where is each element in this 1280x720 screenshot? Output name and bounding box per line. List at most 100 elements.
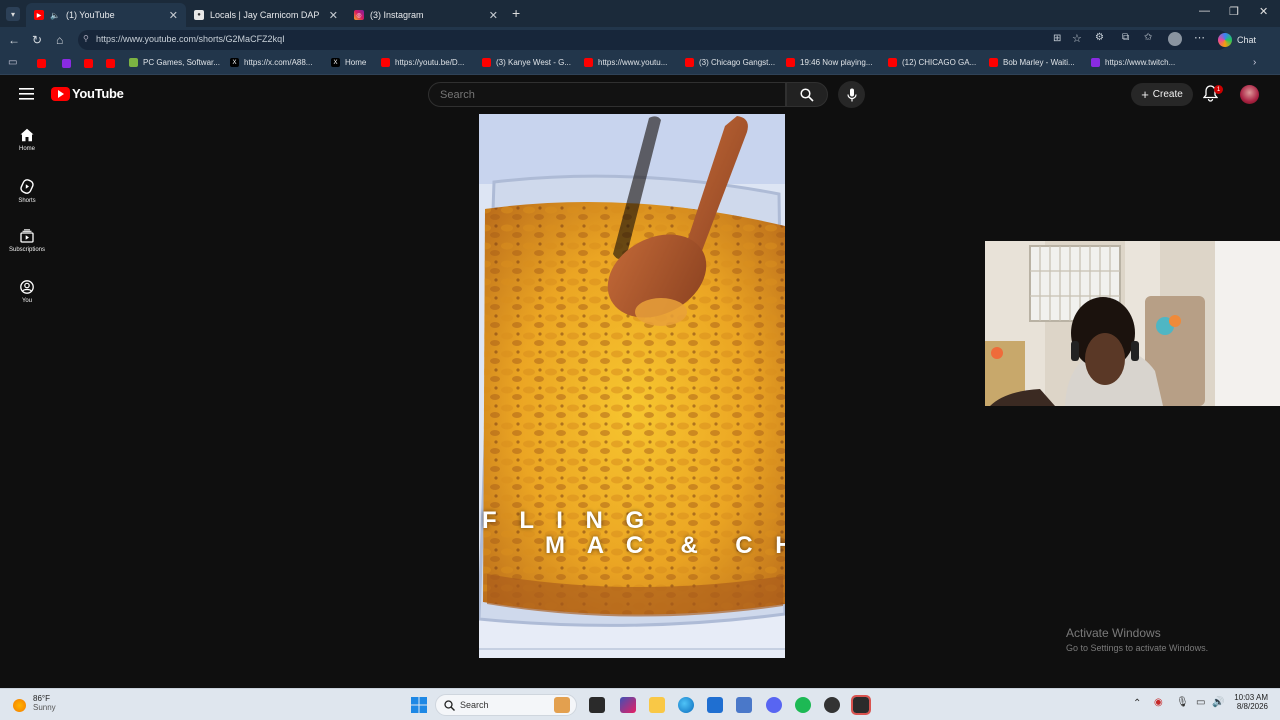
create-button[interactable]: + Create bbox=[1131, 83, 1193, 106]
audio-playing-icon[interactable]: 🔈 bbox=[50, 11, 60, 20]
reading-list-icon[interactable]: ▭ bbox=[8, 57, 17, 68]
favorite-youtube-icon[interactable] bbox=[37, 59, 46, 68]
create-label: Create bbox=[1152, 89, 1183, 100]
epic-games-icon[interactable] bbox=[851, 695, 871, 715]
favorite-link[interactable]: Bob Marley - Waiti... bbox=[989, 58, 1075, 67]
youtube-icon bbox=[685, 58, 694, 67]
spotify-icon[interactable] bbox=[795, 697, 811, 713]
more-menu-icon[interactable]: ⋯ bbox=[1194, 31, 1205, 44]
site-info-icon[interactable]: ⚲ bbox=[83, 34, 89, 43]
youtube-logo-text: YouTube bbox=[72, 86, 124, 101]
search-input[interactable] bbox=[429, 83, 769, 106]
home-icon[interactable]: ⌂ bbox=[56, 33, 63, 47]
file-explorer-icon[interactable] bbox=[649, 697, 665, 713]
sidebar-item-shorts[interactable]: Shorts bbox=[0, 179, 54, 204]
url-field[interactable]: ⚲ https://www.youtube.com/shorts/G2MaCFZ… bbox=[78, 30, 1228, 50]
favorite-label: https://x.com/A88... bbox=[244, 58, 313, 67]
favorite-label: (3) Chicago Gangst... bbox=[699, 58, 776, 67]
favorite-link[interactable]: X Home bbox=[331, 58, 366, 67]
sidebar-item-home[interactable]: Home bbox=[0, 128, 54, 152]
favorite-link[interactable]: 19:46 Now playing... bbox=[786, 58, 873, 67]
volume-icon[interactable]: 🔊 bbox=[1212, 697, 1224, 708]
refresh-icon[interactable]: ↻ bbox=[32, 33, 42, 47]
youtube-icon bbox=[584, 58, 593, 67]
tab-youtube[interactable]: ▶ 🔈 (1) YouTube ✕ bbox=[26, 3, 186, 27]
sun-weather-icon bbox=[13, 699, 26, 712]
new-tab-icon[interactable]: + bbox=[512, 5, 520, 21]
youtube-favicon-icon: ▶ bbox=[34, 10, 44, 20]
windows-taskbar: 86°F Sunny Search ⌃ ◉ 🎙 ▭ 🔊 10:03 AM 8/8… bbox=[0, 688, 1280, 720]
app-available-icon[interactable]: ⊞ bbox=[1053, 33, 1061, 44]
back-icon[interactable]: ← bbox=[8, 33, 20, 47]
sidebar-item-label: Shorts bbox=[18, 198, 36, 204]
mac-and-cheese-video-frame bbox=[479, 114, 785, 658]
favorite-label: https://youtu.be/D... bbox=[395, 58, 465, 67]
instagram-favicon-icon: ◎ bbox=[354, 10, 364, 20]
twitch-icon bbox=[1091, 58, 1100, 67]
microphone-tray-icon[interactable]: 🎙 bbox=[1176, 697, 1189, 708]
copilot-chat-button[interactable]: Chat bbox=[1218, 33, 1256, 47]
hamburger-menu-icon[interactable] bbox=[19, 88, 34, 100]
close-tab-icon[interactable]: ✕ bbox=[169, 9, 178, 22]
favorite-star-icon[interactable]: ☆ bbox=[1072, 32, 1082, 45]
network-icon[interactable]: ▭ bbox=[1196, 697, 1205, 708]
close-tab-icon[interactable]: ✕ bbox=[489, 9, 498, 22]
show-hidden-icons-chevron-icon[interactable]: ⌃ bbox=[1133, 698, 1141, 709]
tab-label: (3) Instagram bbox=[370, 10, 424, 20]
profile-avatar[interactable] bbox=[1168, 32, 1182, 46]
copilot-app-icon[interactable] bbox=[620, 697, 636, 713]
search-icon bbox=[800, 87, 814, 102]
account-avatar[interactable] bbox=[1240, 85, 1259, 104]
favorite-youtube-icon[interactable] bbox=[84, 59, 93, 68]
tab-actions-chevron-icon[interactable]: ▾ bbox=[6, 7, 20, 21]
favorite-youtube-icon[interactable] bbox=[106, 59, 115, 68]
close-tab-icon[interactable]: ✕ bbox=[329, 9, 338, 22]
pc-games-icon bbox=[129, 58, 138, 67]
tab-locals[interactable]: ● Locals | Jay Carnicom DAP ✕ bbox=[186, 3, 346, 27]
x-logo-icon: X bbox=[331, 58, 340, 67]
clock-time: 10:03 AM bbox=[1234, 693, 1268, 702]
favorite-link[interactable]: (12) CHICAGO GA... bbox=[888, 58, 976, 67]
favorite-link[interactable]: https://youtu.be/D... bbox=[381, 58, 464, 67]
favorites-list-icon[interactable]: ✩ bbox=[1144, 32, 1152, 43]
extensions-icon[interactable]: ⚙ bbox=[1095, 32, 1104, 43]
browser-tab-strip: ▾ ▶ 🔈 (1) YouTube ✕ ● Locals | Jay Carni… bbox=[0, 0, 1280, 27]
search-button[interactable] bbox=[786, 82, 828, 107]
system-clock[interactable]: 10:03 AM 8/8/2026 bbox=[1228, 693, 1268, 711]
chat-label: Chat bbox=[1237, 35, 1257, 45]
tab-instagram[interactable]: ◎ (3) Instagram ✕ bbox=[346, 3, 506, 27]
discord-icon[interactable] bbox=[766, 697, 782, 713]
collections-icon[interactable]: ⧉ bbox=[1122, 32, 1129, 43]
obs-icon[interactable] bbox=[824, 697, 840, 713]
sidebar-item-you[interactable]: You bbox=[0, 280, 54, 304]
microsoft-store-icon[interactable] bbox=[707, 697, 723, 713]
search-box[interactable] bbox=[428, 82, 786, 107]
favorite-twitch-icon[interactable] bbox=[62, 59, 71, 68]
edge-browser-icon[interactable] bbox=[678, 697, 694, 713]
minimize-icon[interactable]: — bbox=[1199, 5, 1210, 17]
close-window-icon[interactable]: ✕ bbox=[1259, 5, 1268, 18]
restore-icon[interactable]: ❐ bbox=[1229, 5, 1239, 18]
tab-label: Locals | Jay Carnicom DAP bbox=[210, 10, 320, 20]
shorts-icon bbox=[20, 179, 34, 194]
task-view-icon[interactable] bbox=[589, 697, 605, 713]
short-video-player[interactable]: F L I N G M A C & C H bbox=[479, 114, 785, 658]
sidebar-item-subscriptions[interactable]: Subscriptions bbox=[0, 229, 54, 253]
favorite-link[interactable]: Xhttps://x.com/A88... bbox=[230, 58, 312, 67]
antivirus-tray-icon[interactable]: ◉ bbox=[1154, 697, 1163, 708]
favorite-link[interactable]: (3) Chicago Gangst... bbox=[685, 58, 775, 67]
windows-start-icon[interactable] bbox=[411, 697, 427, 713]
taskbar-search-box[interactable]: Search bbox=[435, 694, 577, 716]
favorite-link[interactable]: PC Games, Softwar... bbox=[129, 58, 220, 67]
voice-search-button[interactable] bbox=[838, 81, 865, 108]
plus-icon: + bbox=[1141, 87, 1149, 102]
game-app-icon[interactable] bbox=[736, 697, 752, 713]
youtube-logo[interactable]: YouTube bbox=[51, 86, 124, 101]
weather-widget[interactable]: 86°F Sunny bbox=[13, 694, 56, 712]
favorite-link[interactable]: https://www.twitch... bbox=[1091, 58, 1175, 67]
youtube-play-logo-icon bbox=[51, 86, 70, 101]
favorite-link[interactable]: https://www.youtu... bbox=[584, 58, 667, 67]
webcam-feed-image bbox=[985, 241, 1280, 406]
favorites-overflow-chevron-icon[interactable]: › bbox=[1253, 57, 1256, 68]
favorite-link[interactable]: (3) Kanye West - G... bbox=[482, 58, 571, 67]
